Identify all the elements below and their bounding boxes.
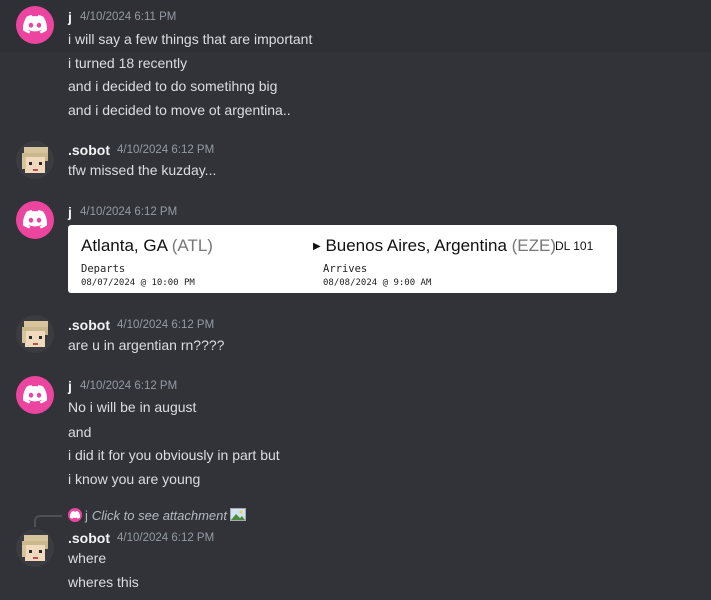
- timestamp: 4/10/2024 6:11 PM: [80, 11, 177, 23]
- arrives-time: 08/08/2024 @ 9:00 AM: [323, 278, 432, 288]
- arrives-label: Arrives: [323, 263, 368, 275]
- message-text: and: [68, 424, 92, 440]
- pixel-avatar-icon[interactable]: [16, 141, 54, 179]
- departs-time: 08/07/2024 @ 10:00 PM: [81, 278, 195, 288]
- timestamp: 4/10/2024 6:12 PM: [80, 380, 178, 392]
- destination-airport-code: (EZE): [511, 236, 557, 255]
- destination-city-name: Buenos Aires, Argentina: [325, 236, 507, 255]
- discord-logo-icon[interactable]: [16, 201, 54, 239]
- reply-connector: [34, 515, 62, 527]
- username[interactable]: .sobot: [68, 317, 110, 333]
- message-text: No i will be in august: [68, 399, 197, 415]
- message-text: i know you are young: [68, 471, 201, 487]
- username[interactable]: j: [68, 378, 72, 394]
- timestamp: 4/10/2024 6:12 PM: [80, 206, 178, 218]
- pixel-avatar-icon[interactable]: [16, 529, 54, 567]
- image-icon: [230, 508, 247, 521]
- message-text: wheres this: [68, 574, 139, 590]
- reply-text[interactable]: Click to see attachment: [92, 508, 227, 523]
- flight-number: DL 101: [555, 239, 594, 253]
- timestamp: 4/10/2024 6:12 PM: [117, 144, 215, 156]
- discord-logo-icon[interactable]: [16, 376, 54, 414]
- discord-logo-icon: [68, 508, 82, 522]
- arrow-icon: ▶: [313, 241, 321, 252]
- pixel-avatar-icon[interactable]: [16, 315, 54, 353]
- message-text: where: [68, 550, 107, 566]
- destination-city: ▶ Buenos Aires, Argentina (EZE): [313, 236, 556, 256]
- message-text: i did it for you obviously in part but: [68, 447, 280, 463]
- flight-itinerary-image[interactable]: Atlanta, GA (ATL) ▶ Buenos Aires, Argent…: [68, 225, 617, 293]
- timestamp: 4/10/2024 6:12 PM: [117, 532, 215, 544]
- message-text: and i decided to move ot argentina..: [68, 102, 291, 118]
- message-text: are u in argentian rn????: [68, 337, 225, 353]
- timestamp: 4/10/2024 6:12 PM: [117, 319, 215, 331]
- message-text: tfw missed the kuzday...: [68, 162, 217, 178]
- message-text: and i decided to do sometihng big: [68, 78, 278, 94]
- departs-label: Departs: [81, 263, 126, 275]
- reply-reference[interactable]: j Click to see attachment: [68, 508, 247, 523]
- origin-city-name: Atlanta, GA: [81, 236, 167, 255]
- username[interactable]: j: [68, 9, 72, 25]
- discord-logo-icon[interactable]: [16, 6, 54, 44]
- origin-airport-code: (ATL): [171, 236, 213, 255]
- username[interactable]: .sobot: [68, 142, 110, 158]
- reply-author[interactable]: j: [85, 508, 88, 523]
- origin-city: Atlanta, GA (ATL): [81, 236, 213, 256]
- username[interactable]: j: [68, 204, 72, 220]
- message-text: i turned 18 recently: [68, 55, 188, 71]
- username[interactable]: .sobot: [68, 530, 110, 546]
- message-text: i will say a few things that are importa…: [68, 31, 313, 47]
